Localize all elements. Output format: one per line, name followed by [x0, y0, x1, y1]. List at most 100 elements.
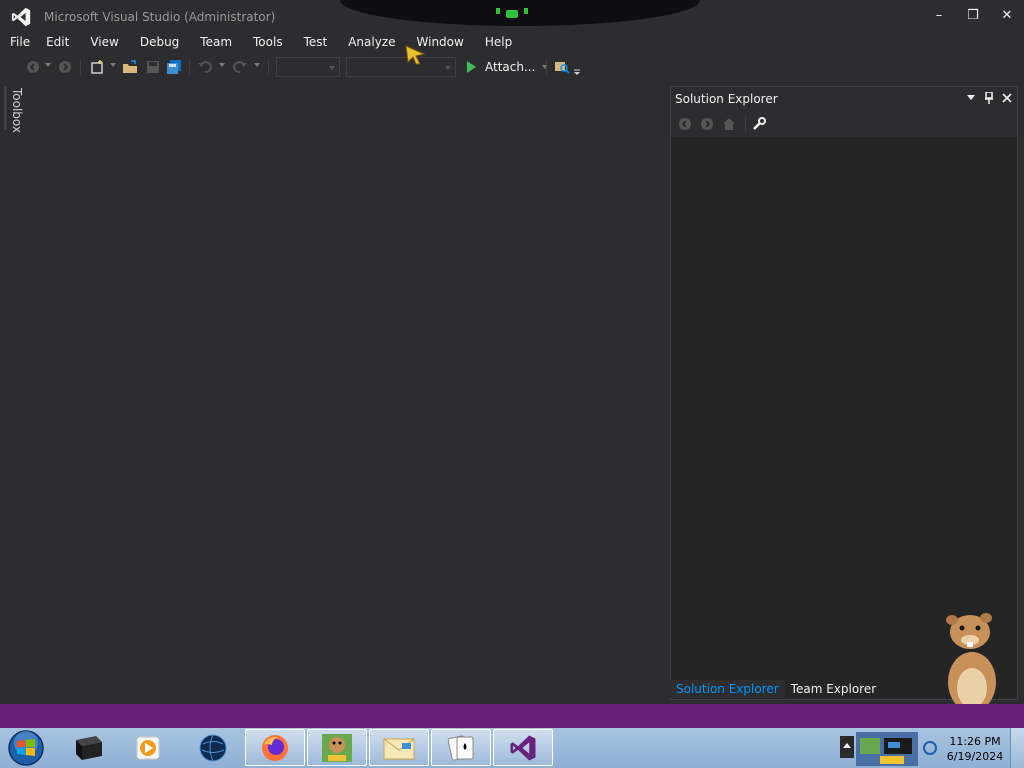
- taskbar-terminal[interactable]: [58, 729, 118, 766]
- taskbar-globe[interactable]: [183, 729, 243, 766]
- menu-bar: File Edit View Debug Team Tools Test Ana…: [0, 32, 1024, 52]
- wrench-icon: [753, 117, 766, 130]
- editor-area: [24, 84, 668, 704]
- window-controls: – ❒ ✕: [922, 4, 1024, 26]
- new-project-button[interactable]: [88, 58, 106, 76]
- notch-indicator-icon: [496, 8, 528, 18]
- undo-icon: [198, 61, 212, 74]
- sol-back-button[interactable]: [677, 116, 693, 132]
- visual-studio-icon: [510, 735, 536, 760]
- sol-properties-button[interactable]: [751, 116, 767, 132]
- back-dropdown[interactable]: [45, 63, 51, 67]
- platform-combo[interactable]: [346, 57, 456, 77]
- panel-header-buttons: [965, 91, 1013, 105]
- toolbar-overflow-button[interactable]: [572, 63, 582, 81]
- firefox-icon: [262, 734, 288, 761]
- mail-icon: [383, 738, 415, 759]
- chevron-down-icon: [967, 95, 975, 100]
- menu-debug[interactable]: Debug: [134, 32, 185, 52]
- back-icon: [27, 61, 39, 73]
- window-title: Microsoft Visual Studio (Administrator): [44, 10, 276, 24]
- toolbar-separator: [189, 59, 190, 75]
- sol-forward-button[interactable]: [699, 116, 715, 132]
- menu-file[interactable]: File: [4, 32, 36, 52]
- configuration-combo[interactable]: [276, 57, 340, 77]
- back-button[interactable]: [24, 58, 42, 76]
- taskbar-solitaire[interactable]: [431, 729, 491, 766]
- open-file-icon: [123, 60, 137, 73]
- sol-home-button[interactable]: [721, 116, 737, 132]
- back-icon: [679, 118, 691, 130]
- taskbar: 11:26 PM 6/19/2024: [0, 728, 1024, 768]
- forward-icon: [59, 61, 71, 73]
- taskbar-media-player[interactable]: [118, 729, 178, 766]
- menu-help[interactable]: Help: [479, 32, 518, 52]
- forward-button[interactable]: [56, 58, 74, 76]
- redo-dropdown[interactable]: [254, 63, 260, 67]
- redo-icon: [233, 61, 247, 74]
- undo-button[interactable]: [196, 58, 214, 76]
- show-desktop-button[interactable]: [1010, 728, 1024, 768]
- menu-tools[interactable]: Tools: [247, 32, 289, 52]
- visual-studio-logo-icon: [11, 7, 31, 27]
- status-bar: [0, 704, 1024, 728]
- panel-pin-button[interactable]: [983, 91, 995, 105]
- taskbar-firefox[interactable]: [245, 729, 305, 766]
- menu-view[interactable]: View: [84, 32, 124, 52]
- menu-test[interactable]: Test: [298, 32, 334, 52]
- pin-icon: [985, 92, 993, 104]
- hamster-mascot-icon: [946, 613, 996, 713]
- clock-time: 11:26 PM: [949, 735, 1001, 748]
- solution-explorer-header: Solution Explorer: [671, 87, 1017, 111]
- solution-explorer-toolbar: [671, 111, 1017, 137]
- new-project-dropdown[interactable]: [110, 63, 116, 67]
- game-box-icon: [322, 733, 352, 762]
- save-all-icon: [167, 60, 181, 74]
- save-icon: [147, 61, 159, 73]
- find-in-files-button[interactable]: [553, 58, 571, 76]
- save-button[interactable]: [144, 58, 162, 76]
- toolbox-label: Toolbox: [10, 88, 24, 133]
- menu-team[interactable]: Team: [194, 32, 238, 52]
- system-tray-icons[interactable]: [840, 730, 940, 766]
- toolbar-separator: [546, 59, 547, 75]
- new-project-icon: [91, 60, 103, 74]
- solitaire-icon: [447, 734, 474, 761]
- start-icon: [467, 61, 476, 73]
- taskbar-visual-studio[interactable]: [493, 729, 553, 766]
- mouse-cursor-icon: [405, 45, 426, 65]
- restore-button[interactable]: ❒: [956, 4, 990, 26]
- taskbar-game-box[interactable]: [307, 729, 367, 766]
- find-in-files-icon: [555, 62, 570, 74]
- minimize-button[interactable]: –: [922, 4, 956, 26]
- undo-dropdown[interactable]: [219, 63, 225, 67]
- terminal-icon: [76, 735, 102, 760]
- taskbar-clock[interactable]: 11:26 PM 6/19/2024: [940, 734, 1010, 764]
- start-orb-icon[interactable]: [6, 729, 46, 767]
- toolbar-separator: [80, 59, 81, 75]
- attach-button[interactable]: Attach...: [462, 57, 549, 77]
- toolbox-tab[interactable]: Toolbox: [0, 84, 24, 144]
- solution-explorer-title: Solution Explorer: [675, 92, 778, 106]
- tab-solution-explorer[interactable]: Solution Explorer: [670, 680, 785, 698]
- tab-team-explorer[interactable]: Team Explorer: [785, 680, 883, 698]
- taskbar-mail[interactable]: [369, 729, 429, 766]
- close-button[interactable]: ✕: [990, 4, 1024, 26]
- standard-toolbar: Attach...: [0, 54, 1024, 80]
- save-all-button[interactable]: [165, 58, 183, 76]
- title-bar: Microsoft Visual Studio (Administrator) …: [0, 0, 1024, 32]
- attach-label: Attach...: [485, 60, 536, 74]
- clock-date: 6/19/2024: [946, 750, 1004, 763]
- overflow-chevron-icon: [574, 69, 580, 75]
- redo-button[interactable]: [231, 58, 249, 76]
- panel-options-button[interactable]: [965, 91, 977, 105]
- globe-icon: [199, 734, 227, 761]
- open-file-button[interactable]: [121, 58, 139, 76]
- close-icon: [1002, 93, 1012, 103]
- menu-analyze[interactable]: Analyze: [342, 32, 401, 52]
- menu-edit[interactable]: Edit: [40, 32, 75, 52]
- solution-explorer-panel: Solution Explorer: [670, 86, 1018, 700]
- solution-tree[interactable]: [671, 139, 1017, 679]
- panel-close-button[interactable]: [1001, 91, 1013, 105]
- media-player-icon: [136, 736, 160, 759]
